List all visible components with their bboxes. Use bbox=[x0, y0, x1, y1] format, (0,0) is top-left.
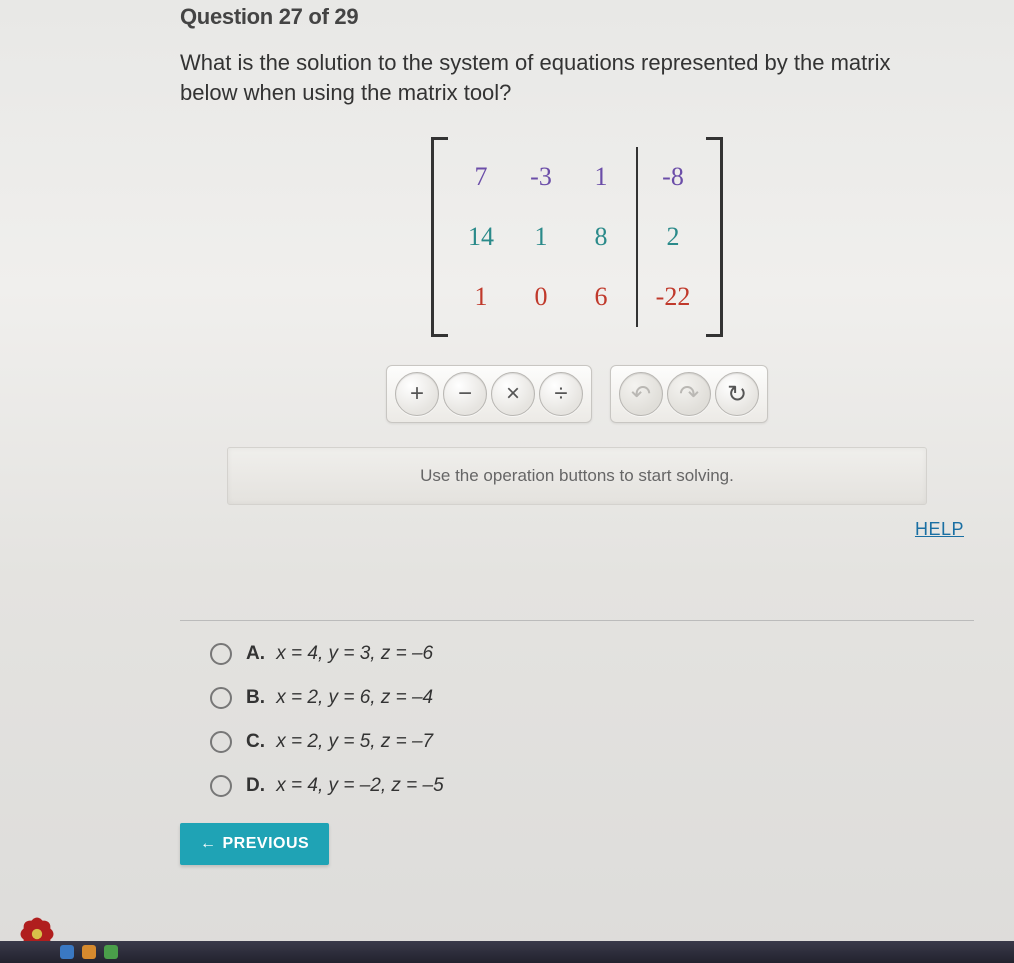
matrix-cell: 1 bbox=[535, 222, 548, 252]
plus-button[interactable]: + bbox=[395, 372, 439, 416]
matrix-cell: -8 bbox=[662, 162, 684, 192]
answer-text: x = 2, y = 6, z = –4 bbox=[276, 687, 433, 708]
undo-button[interactable]: ↶ bbox=[619, 372, 663, 416]
answer-option-c[interactable]: C. x = 2, y = 5, z = –7 bbox=[210, 731, 974, 753]
instruction-bar: Use the operation buttons to start solvi… bbox=[227, 447, 927, 505]
operation-group-history: ↶ ↷ ↻ bbox=[610, 365, 768, 423]
matrix-cell: -22 bbox=[656, 282, 691, 312]
answer-text: x = 4, y = 3, z = –6 bbox=[276, 643, 433, 664]
matrix-cell: 14 bbox=[468, 222, 494, 252]
reset-button[interactable]: ↻ bbox=[715, 372, 759, 416]
radio-icon bbox=[210, 643, 232, 665]
question-number: Question 27 of 29 bbox=[180, 4, 974, 30]
operation-group-arithmetic: + − × ÷ bbox=[386, 365, 592, 423]
times-button[interactable]: × bbox=[491, 372, 535, 416]
answer-label: C. bbox=[246, 731, 265, 752]
answer-label: D. bbox=[246, 775, 265, 796]
answer-label: B. bbox=[246, 687, 265, 708]
previous-button[interactable]: ← PREVIOUS bbox=[180, 823, 329, 865]
matrix-cell: -3 bbox=[530, 162, 552, 192]
matrix-cell: 2 bbox=[667, 222, 680, 252]
matrix-cell: 7 bbox=[475, 162, 488, 192]
matrix-cell: 8 bbox=[595, 222, 608, 252]
answer-option-d[interactable]: D. x = 4, y = –2, z = –5 bbox=[210, 775, 974, 797]
matrix-cell: 1 bbox=[595, 162, 608, 192]
answer-option-a[interactable]: A. x = 4, y = 3, z = –6 bbox=[210, 643, 974, 665]
augmented-matrix: 7 -3 1 -8 14 1 8 2 1 0 6 -22 bbox=[431, 137, 723, 337]
answer-label: A. bbox=[246, 643, 265, 664]
divide-button[interactable]: ÷ bbox=[539, 372, 583, 416]
answer-text: x = 2, y = 5, z = –7 bbox=[276, 731, 433, 752]
minus-button[interactable]: − bbox=[443, 372, 487, 416]
radio-icon bbox=[210, 687, 232, 709]
taskbar-app-icon[interactable] bbox=[82, 945, 96, 959]
matrix-cell: 1 bbox=[475, 282, 488, 312]
help-link[interactable]: HELP bbox=[915, 519, 964, 539]
augment-bar bbox=[636, 147, 638, 327]
matrix-cell: 6 bbox=[595, 282, 608, 312]
matrix-cell: 0 bbox=[535, 282, 548, 312]
answer-option-b[interactable]: B. x = 2, y = 6, z = –4 bbox=[210, 687, 974, 709]
radio-icon bbox=[210, 775, 232, 797]
question-text: What is the solution to the system of eq… bbox=[180, 48, 940, 107]
taskbar-app-icon[interactable] bbox=[104, 945, 118, 959]
radio-icon bbox=[210, 731, 232, 753]
answer-text: x = 4, y = –2, z = –5 bbox=[276, 775, 443, 796]
arrow-left-icon: ← bbox=[200, 835, 217, 853]
taskbar bbox=[0, 941, 1014, 963]
previous-label: PREVIOUS bbox=[223, 835, 310, 853]
redo-button[interactable]: ↷ bbox=[667, 372, 711, 416]
divider bbox=[180, 620, 974, 621]
taskbar-app-icon[interactable] bbox=[60, 945, 74, 959]
